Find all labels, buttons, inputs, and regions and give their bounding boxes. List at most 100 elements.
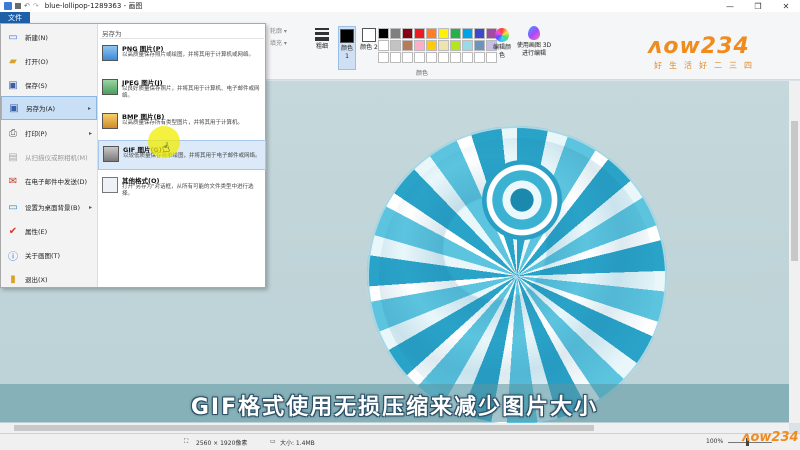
- gif-icon: [103, 146, 119, 162]
- file-tab[interactable]: 文件: [0, 12, 30, 23]
- size-label: 粗细: [315, 43, 328, 50]
- horizontal-scrollbar[interactable]: [0, 423, 789, 433]
- horizontal-scroll-thumb[interactable]: [14, 425, 594, 431]
- palette-swatch[interactable]: [390, 40, 401, 51]
- save-as-jpeg[interactable]: JPEG 图片(J) 以良好质量保存照片，并将其用于计算机、电子邮件或网络。: [98, 74, 266, 104]
- print-icon: ⎙: [9, 127, 17, 139]
- minimize-button[interactable]: —: [716, 0, 744, 12]
- bmp-icon: [102, 113, 118, 129]
- png-icon: [102, 45, 118, 61]
- color1-swatch: [340, 29, 354, 43]
- menu-item-email[interactable]: ✉ 在电子邮件中发送(D): [1, 170, 97, 192]
- paint3d-button[interactable]: 使用画图 3D 进行编辑: [516, 26, 552, 58]
- edit-colors-button[interactable]: 编辑颜色: [492, 26, 512, 60]
- menu-item-print[interactable]: ⎙ 打印(P) ▸: [1, 122, 97, 144]
- save-as-submenu: 另存为 PNG 图片(P) 以高质量保存照片或绘图，并将其用于计算机或网络。 J…: [98, 24, 266, 287]
- desktop-background-icon: ▭: [8, 201, 18, 213]
- menu-item-new[interactable]: ▭ 新建(N): [1, 26, 97, 48]
- open-folder-icon: ▰: [9, 55, 17, 67]
- menu-item-exit[interactable]: ▮ 退出(X): [1, 268, 97, 290]
- palette-swatch[interactable]: [402, 52, 413, 63]
- submenu-header: 另存为: [102, 30, 122, 38]
- palette-swatch[interactable]: [474, 52, 485, 63]
- size-button[interactable]: 粗细: [312, 26, 332, 51]
- paint3d-icon: [528, 26, 540, 40]
- video-subtitle: GIF格式使用无损压缩来减少图片大小: [190, 395, 599, 420]
- palette-swatch[interactable]: [426, 40, 437, 51]
- palette-swatch[interactable]: [426, 52, 437, 63]
- image-dimensions: 2560 × 1920像素: [196, 440, 248, 447]
- window-title: blue-lollipop-1289363 - 画图: [44, 2, 143, 10]
- outline-dropdown[interactable]: 轮廓 ▾: [270, 26, 287, 38]
- shape-tools: 轮廓 ▾ 填充 ▾: [270, 26, 287, 50]
- maximize-button[interactable]: ❐: [744, 0, 772, 12]
- redo-icon[interactable]: ↷: [33, 2, 39, 10]
- save-as-other-formats[interactable]: 其他格式(O) 打开"另存为"对话框，从所有可能的文件类型中进行选择。: [98, 172, 266, 202]
- palette-swatch[interactable]: [438, 40, 449, 51]
- file-size-icon: ▭: [270, 438, 276, 445]
- exit-icon: ▮: [10, 273, 16, 285]
- palette-swatch[interactable]: [426, 28, 437, 39]
- palette-swatch[interactable]: [414, 40, 425, 51]
- save-as-icon: ▣: [9, 102, 19, 114]
- submenu-arrow-icon: ▸: [87, 104, 91, 112]
- submenu-arrow-icon: ▸: [88, 129, 92, 137]
- file-menu-list: ▭ 新建(N) ▰ 打开(O) ▣ 保存(S) ▣ 另存为(A) ▸ ⎙ 打印(P) ▸ …: [1, 24, 98, 287]
- fill-dropdown[interactable]: 填充 ▾: [270, 38, 287, 50]
- color2-label: 颜色 2: [360, 44, 378, 51]
- palette-swatch[interactable]: [414, 52, 425, 63]
- color2-button[interactable]: 颜色 2: [360, 26, 378, 52]
- info-icon: ⓘ: [8, 251, 18, 263]
- palette-swatch[interactable]: [462, 40, 473, 51]
- watermark-small: ʌow234: [742, 430, 799, 445]
- undo-icon[interactable]: ↶: [24, 2, 30, 10]
- palette-swatch[interactable]: [390, 28, 401, 39]
- line-width-icon: [312, 28, 332, 41]
- new-file-icon: ▭: [8, 31, 18, 43]
- menu-item-desktop-background[interactable]: ▭ 设置为桌面背景(B) ▸: [1, 196, 97, 218]
- palette-swatch[interactable]: [378, 52, 389, 63]
- menu-item-save-as[interactable]: ▣ 另存为(A) ▸: [1, 96, 97, 120]
- properties-check-icon: ✔: [8, 225, 18, 237]
- save-as-gif[interactable]: GIF 图片(G) 以较低质量保存简单绘图，并将其用于电子邮件或网络。: [98, 140, 266, 170]
- palette-swatch[interactable]: [462, 52, 473, 63]
- palette-swatch[interactable]: [438, 52, 449, 63]
- menu-item-open[interactable]: ▰ 打开(O): [1, 50, 97, 72]
- palette-swatch[interactable]: [474, 40, 485, 51]
- lollipop-center: [482, 160, 562, 240]
- palette-swatch[interactable]: [414, 28, 425, 39]
- palette-swatch[interactable]: [402, 40, 413, 51]
- color1-label: 颜色 1: [340, 45, 353, 60]
- submenu-arrow-icon: ▸: [88, 203, 92, 211]
- vertical-scrollbar[interactable]: [789, 81, 800, 423]
- save-quick-icon[interactable]: [15, 3, 21, 9]
- palette-swatch[interactable]: [390, 52, 401, 63]
- file-size: 大小: 1.4MB: [280, 440, 315, 447]
- save-icon: ▣: [8, 79, 18, 91]
- watermark-slogan: 好生活好二三四: [654, 61, 759, 70]
- palette-swatch[interactable]: [450, 40, 461, 51]
- save-as-bmp[interactable]: BMP 图片(B) 以高质量保存所有类型图片，并将其用于计算机。: [98, 108, 266, 138]
- zoom-level: 100%: [706, 438, 724, 445]
- save-as-png[interactable]: PNG 图片(P) 以高质量保存照片或绘图，并将其用于计算机或网络。: [98, 40, 266, 70]
- menu-item-save[interactable]: ▣ 保存(S): [1, 74, 97, 96]
- submenu-divider: [100, 38, 264, 39]
- paint3d-label: 使用画图 3D 进行编辑: [516, 42, 552, 57]
- palette-swatch[interactable]: [438, 28, 449, 39]
- other-formats-icon: [102, 177, 118, 193]
- scanner-icon: ▤: [8, 151, 18, 163]
- palette-swatch[interactable]: [402, 28, 413, 39]
- vertical-scroll-thumb[interactable]: [791, 121, 798, 261]
- close-button[interactable]: ✕: [772, 0, 800, 12]
- menu-item-properties[interactable]: ✔ 属性(E): [1, 220, 97, 242]
- palette-swatch[interactable]: [474, 28, 485, 39]
- palette-swatch[interactable]: [450, 28, 461, 39]
- rainbow-icon: [495, 28, 509, 42]
- color1-button[interactable]: 颜色 1: [338, 26, 356, 70]
- palette-swatch[interactable]: [378, 28, 389, 39]
- palette-swatch[interactable]: [450, 52, 461, 63]
- file-menu: ▭ 新建(N) ▰ 打开(O) ▣ 保存(S) ▣ 另存为(A) ▸ ⎙ 打印(P) ▸ …: [0, 23, 266, 288]
- menu-item-about[interactable]: ⓘ 关于画图(T): [1, 244, 97, 266]
- palette-swatch[interactable]: [462, 28, 473, 39]
- palette-swatch[interactable]: [378, 40, 389, 51]
